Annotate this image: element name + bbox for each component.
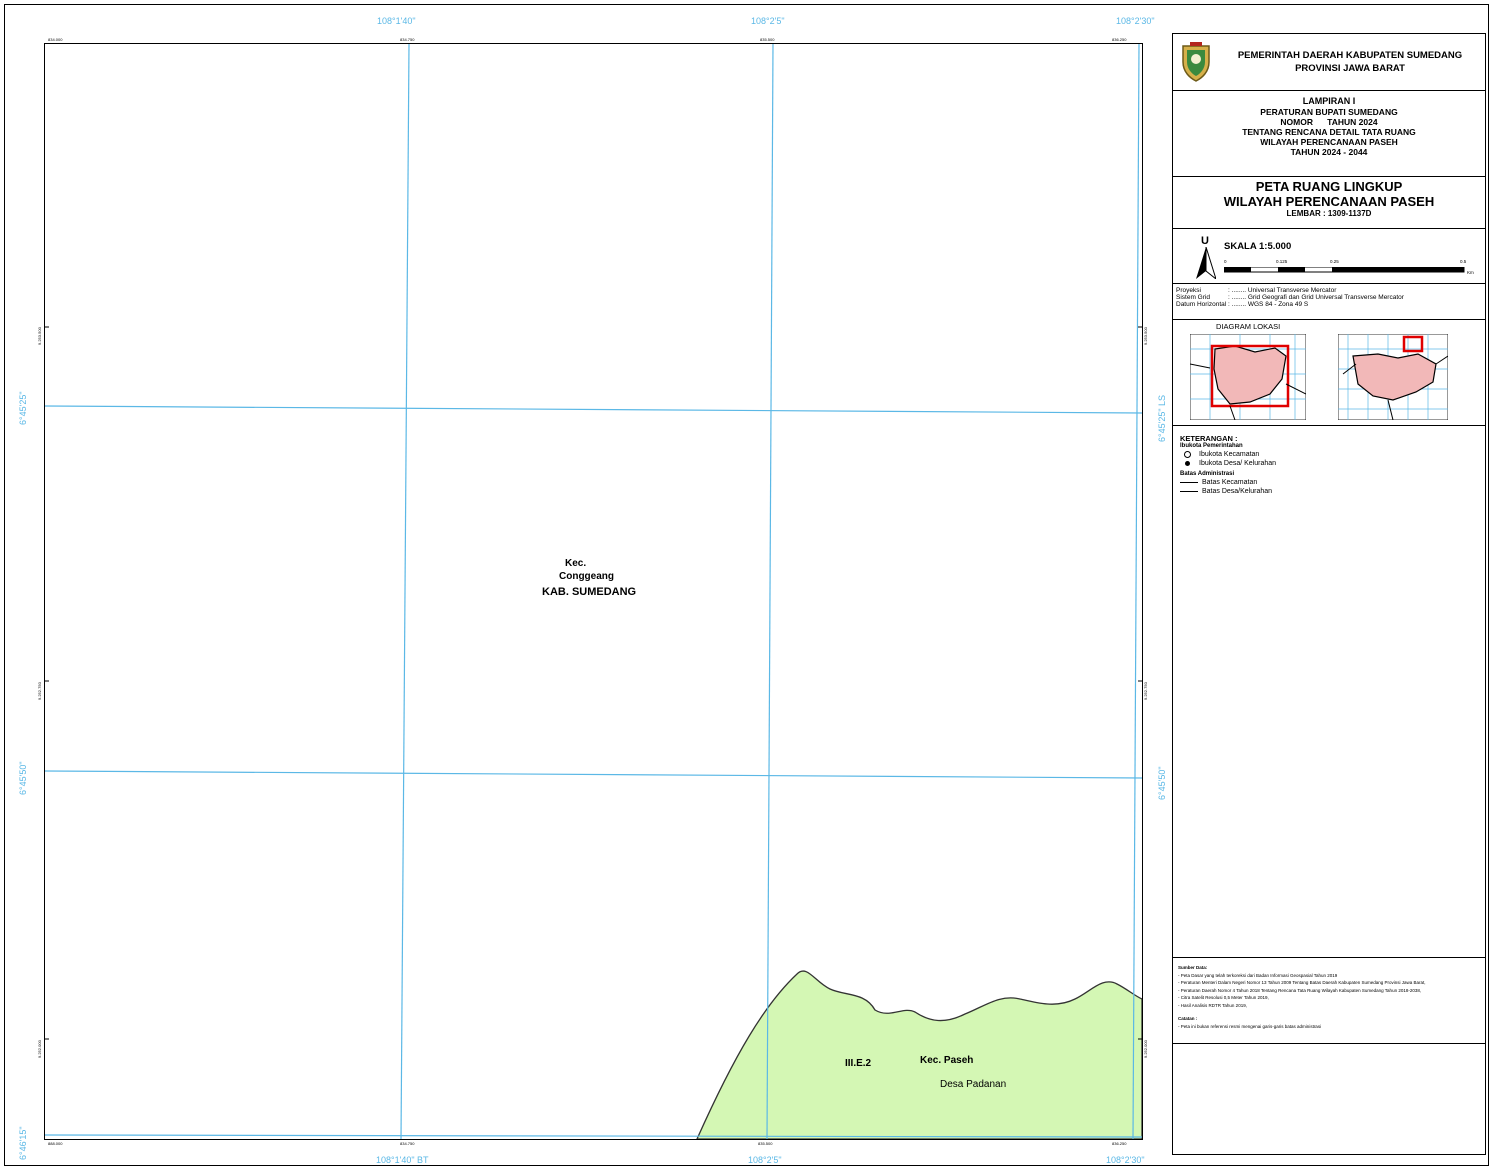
grid-v3 — [1132, 44, 1140, 1139]
header-line2: PROVINSI JAWA BARAT — [1295, 63, 1405, 74]
scale-tick-0: 0 — [1224, 259, 1227, 264]
top-tick-1: 834.000 — [48, 37, 63, 42]
lampiran-line4: WILAYAH PERENCANAAN PASEH — [1260, 137, 1398, 147]
map-title-sheet: LEMBAR : 1309-1137D — [1286, 209, 1372, 218]
scale-tick-3: 0.5 — [1460, 259, 1467, 264]
lampiran-title: LAMPIRAN I — [1302, 96, 1356, 106]
left-tick-2: 9.252.750 — [37, 682, 42, 700]
source-line: - Citra Satelit Resolusi 0,5 Meter Tahun… — [1178, 995, 1269, 1000]
legend-title: KETERANGAN : — [1180, 434, 1238, 443]
legend-block: KETERANGAN : Ibukota Pemerintahan Ibukot… — [1172, 425, 1486, 958]
header-line1: PEMERINTAH DAERAH KABUPATEN SUMEDANG — [1237, 50, 1463, 61]
top-tick-2: 834.750 — [400, 37, 415, 42]
label-kab-sumedang: KAB. SUMEDANG — [542, 586, 637, 598]
datum-row: Datum Horizontal: ........ WGS 84 - Zona… — [1176, 301, 1309, 308]
scale-bar — [1224, 267, 1465, 273]
bottom-lon-3: 108°2'30" — [1106, 1155, 1145, 1165]
grid-v2 — [766, 44, 774, 1139]
bottom-tick-4: 836.250 — [1112, 1141, 1127, 1146]
bottom-lon-2: 108°2'5" — [748, 1155, 782, 1165]
lampiran-line3: TENTANG RENCANA DETAIL TATA RUANG — [1242, 127, 1416, 137]
sources-title: Sumber Data: — [1178, 965, 1208, 970]
grid-system-row: Sistem Grid: ........ Grid Geografi dan … — [1176, 294, 1404, 301]
sources-block: Sumber Data: - Peta Dasar yang telah ter… — [1172, 957, 1486, 1044]
filled-circle-icon — [1185, 461, 1190, 466]
source-line: - Peta Dasar yang telah terkoreksi dari … — [1178, 972, 1338, 978]
scale-tick-1: 0.125 — [1276, 259, 1288, 264]
top-lon-3: 108°2'30" — [1116, 16, 1155, 26]
note-title: Catatan : — [1178, 1016, 1198, 1021]
lampiran-block: LAMPIRAN I PERATURAN BUPATI SUMEDANG NOM… — [1172, 90, 1486, 177]
source-line: - Peraturan Daerah Nomor 4 Tahun 2018 Te… — [1178, 987, 1422, 993]
scale-tick-2: 0.25 — [1330, 259, 1339, 264]
top-lon-1: 108°1'40" — [377, 16, 416, 26]
top-tick-3: 835.500 — [760, 37, 775, 42]
right-tick-3: 9.252.000 — [1143, 1040, 1148, 1058]
diagram-title: DIAGRAM LOKASI — [1216, 322, 1281, 331]
north-arrow-icon — [1196, 247, 1216, 279]
left-lat-3: 6°46'15" — [18, 1126, 28, 1160]
lampiran-line1: PERATURAN BUPATI SUMEDANG — [1260, 107, 1398, 117]
top-lon-2: 108°2'5" — [751, 16, 785, 26]
bottom-tick-1: 888.000 — [48, 1141, 63, 1146]
label-kec-conggeang-2: Conggeang — [559, 571, 614, 582]
label-kec-paseh: Kec. Paseh — [920, 1055, 974, 1066]
bottom-tick-2: 834.750 — [400, 1141, 415, 1146]
footer-block — [1172, 1043, 1486, 1155]
label-desa-padanan: Desa Padanan — [940, 1079, 1007, 1090]
right-tick-2: 9.252.750 — [1143, 682, 1148, 700]
label-kec-conggeang-1: Kec. — [565, 558, 587, 569]
left-lat-2: 6°45'50" — [18, 761, 28, 795]
map-title-block: PETA RUANG LINGKUP WILAYAH PERENCANAAN P… — [1172, 176, 1486, 229]
diagram-local-map — [1338, 334, 1448, 420]
right-lat-2: 6°45'50" — [1157, 766, 1167, 800]
source-line: - Hasil Analisis RDTR Tahun 2019, — [1178, 1002, 1247, 1008]
projection-row: Proyeksi: ........ Universal Transverse … — [1176, 287, 1337, 294]
scale-label: SKALA 1:5.000 — [1224, 241, 1292, 252]
bottom-tick-3: 835.500 — [758, 1141, 773, 1146]
map-title-line2: WILAYAH PERENCANAAN PASEH — [1223, 194, 1435, 209]
note-text: - Peta ini bukan referensi resmi mengena… — [1178, 1023, 1322, 1029]
grid-v1 — [400, 44, 410, 1139]
left-tick-3: 9.252.000 — [37, 1040, 42, 1058]
grid-h2 — [45, 770, 1142, 779]
right-lat-1: 6°45'25" LS — [1157, 394, 1167, 442]
north-letter: U — [1201, 235, 1209, 247]
right-tick-1: 9.253.500 — [1143, 327, 1148, 345]
label-zone: III.E.2 — [845, 1058, 872, 1069]
source-line: - Peraturan Menteri Dalam Negeri Nomor 1… — [1178, 980, 1426, 985]
legend-item-batas-desa: Batas Desa/Kelurahan — [1180, 488, 1486, 495]
legend-item-ibukota-desa: Ibukota Desa/ Kelurahan — [1180, 460, 1486, 467]
grid-h1 — [45, 405, 1142, 414]
legend-sub1: Ibukota Pemerintahan — [1180, 443, 1243, 449]
legend-item-batas-kecamatan: Batas Kecamatan — [1180, 479, 1486, 486]
lampiran-line5: TAHUN 2024 - 2044 — [1290, 147, 1368, 157]
projection-block: Proyeksi: ........ Universal Transverse … — [1172, 283, 1486, 320]
map-title-line1: PETA RUANG LINGKUP — [1255, 179, 1403, 194]
location-diagram-block: DIAGRAM LOKASI — [1172, 319, 1486, 426]
top-tick-4: 836.250 — [1112, 37, 1127, 42]
lampiran-line2: NOMOR TAHUN 2024 — [1280, 117, 1378, 127]
left-lat-1: 6°45'25" — [18, 391, 28, 425]
diagram-regional-map — [1190, 334, 1306, 420]
legend-sub2: Batas Administrasi — [1180, 471, 1235, 477]
bottom-lon-1: 108°1'40" BT — [376, 1155, 429, 1165]
left-tick-1: 9.253.500 — [37, 327, 42, 345]
line-icon — [1180, 482, 1198, 483]
line-icon — [1180, 491, 1198, 492]
sumedang-emblem-icon — [1182, 42, 1210, 82]
legend-item-ibukota-kecamatan: Ibukota Kecamatan — [1180, 451, 1486, 458]
scale-block: U SKALA 1:5.000 0 0.125 0.25 0.5 Km — [1172, 228, 1486, 284]
hollow-circle-icon — [1184, 451, 1191, 458]
scale-unit: Km — [1467, 270, 1474, 275]
